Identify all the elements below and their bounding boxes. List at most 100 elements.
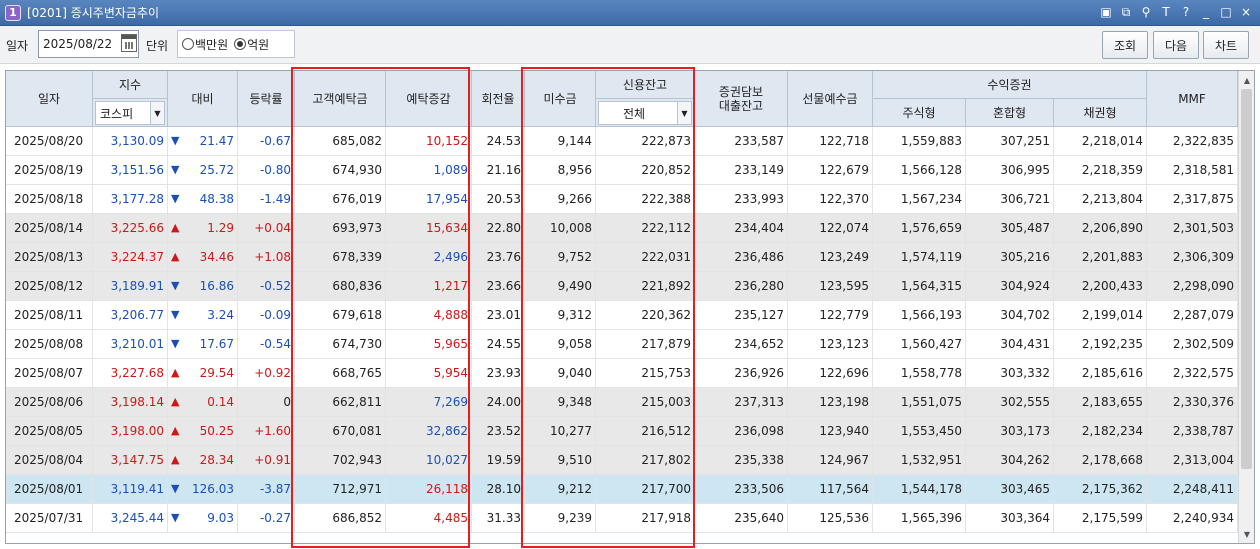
cell-mmf: 2,306,309 [1172,250,1234,264]
table-row[interactable]: 2025/08/11 3,206.77 3.24 -0.09 679,618 4,888 2… [6,301,1238,330]
cell-receivable: 9,058 [557,337,592,351]
cell-rate: -0.80 [259,163,291,177]
cell-collateral-loan: 236,098 [734,424,784,438]
cell-collateral-loan: 233,149 [734,163,784,177]
scroll-down-icon[interactable]: ▼ [1239,526,1254,542]
cell-futures-deposit: 122,074 [819,221,869,235]
cell-mixed-fund: 304,702 [1000,308,1050,322]
cell-index: 3,147.75 [110,453,164,467]
cell-deposit-change: 2,496 [433,250,468,264]
next-button[interactable]: 다음 [1153,31,1199,59]
cell-deposit-change: 5,954 [433,366,468,380]
table-row[interactable]: 2025/08/07 3,227.68 29.54 +0.92 668,765 5,954… [6,359,1238,388]
cell-bond-fund: 2,182,234 [1081,424,1143,438]
cell-receivable: 9,040 [557,366,592,380]
header-stock-fund: 주식형 [873,99,966,127]
cell-deposit-change: 4,888 [433,308,468,322]
chart-button[interactable]: 차트 [1203,31,1249,59]
cell-mmf: 2,248,411 [1172,482,1234,496]
vertical-scrollbar[interactable]: ▲ ▼ [1238,71,1254,543]
cell-mmf: 2,338,787 [1172,424,1234,438]
text-size-icon[interactable]: T [1158,4,1174,20]
cell-mixed-fund: 304,924 [1000,279,1050,293]
table-row[interactable]: 2025/07/31 3,245.44 9.03 -0.27 686,852 4,485 3… [6,504,1238,533]
cell-stock-fund: 1,566,128 [900,163,962,177]
cell-turnover: 24.53 [486,134,521,148]
up-triangle-icon: ▲ [171,424,180,437]
table-row[interactable]: 2025/08/13 3,224.37 34.46 +1.08 678,339 2,496… [6,243,1238,272]
cell-customer-deposit: 668,765 [332,366,382,380]
table-row[interactable]: 2025/08/08 3,210.01 17.67 -0.54 674,730 5,965… [6,330,1238,359]
unit-radio-million[interactable]: 백만원 [182,36,228,53]
scroll-thumb[interactable] [1241,89,1252,469]
dropdown-arrow-icon[interactable]: ▼ [677,102,691,124]
table-row[interactable]: 2025/08/06 3,198.14 0.14 0 662,811 7,269 24.00… [6,388,1238,417]
cell-deposit-change: 1,089 [433,163,468,177]
cell-futures-deposit: 122,696 [819,366,869,380]
index-market-select[interactable]: 코스피 ▼ [95,101,165,125]
cell-credit-balance: 217,802 [641,453,691,467]
minimize-icon[interactable]: _ [1198,4,1214,20]
cell-futures-deposit: 125,536 [819,511,869,525]
cell-collateral-loan: 235,640 [734,511,784,525]
cell-mixed-fund: 303,332 [1000,366,1050,380]
cell-bond-fund: 2,185,616 [1081,366,1143,380]
cell-credit-balance: 217,700 [641,482,691,496]
cell-stock-fund: 1,558,778 [900,366,962,380]
cell-turnover: 24.00 [486,395,521,409]
cell-futures-deposit: 123,198 [819,395,869,409]
cell-receivable: 9,239 [557,511,592,525]
cell-receivable: 9,510 [557,453,592,467]
table-row[interactable]: 2025/08/04 3,147.75 28.34 +0.91 702,943 10,02… [6,446,1238,475]
cell-collateral-loan: 233,587 [734,134,784,148]
restore-icon[interactable]: ⧉ [1118,4,1134,20]
cell-index: 3,119.41 [110,482,164,496]
header-beneficiary: 수익증권 [873,71,1147,99]
up-triangle-icon: ▲ [171,366,180,379]
cell-bond-fund: 2,201,883 [1081,250,1143,264]
cell-credit-balance: 216,512 [641,424,691,438]
cell-mixed-fund: 303,173 [1000,424,1050,438]
pin-icon[interactable]: ⚲ [1138,4,1154,20]
cell-futures-deposit: 117,564 [819,482,869,496]
credit-type-select[interactable]: 전체 ▼ [598,101,692,125]
header-credit-balance: 신용잔고 [596,71,695,99]
cell-futures-deposit: 123,595 [819,279,869,293]
down-triangle-icon: ▼ [171,279,180,292]
cell-mmf: 2,240,934 [1172,511,1234,525]
scroll-up-icon[interactable]: ▲ [1239,72,1254,88]
close-icon[interactable]: × [1238,4,1254,20]
calendar-icon[interactable] [121,34,137,52]
cell-credit-balance: 222,388 [641,192,691,206]
cell-index: 3,177.28 [110,192,164,206]
table-row[interactable]: 2025/08/12 3,189.91 16.86 -0.52 680,836 1,217… [6,272,1238,301]
unit-radio-hundred-million[interactable]: 억원 [234,36,269,53]
cell-futures-deposit: 122,370 [819,192,869,206]
cell-collateral-loan: 235,338 [734,453,784,467]
cell-customer-deposit: 686,852 [332,511,382,525]
screen-icon[interactable]: ▣ [1098,4,1114,20]
cell-deposit-change: 32,862 [426,424,468,438]
table-row[interactable]: 2025/08/19 3,151.56 25.72 -0.80 674,930 1,089… [6,156,1238,185]
cell-receivable: 9,752 [557,250,592,264]
cell-bond-fund: 2,175,362 [1081,482,1143,496]
cell-turnover: 20.53 [486,192,521,206]
cell-mmf: 2,301,503 [1172,221,1234,235]
table-row[interactable]: 2025/08/18 3,177.28 48.38 -1.49 676,019 17,95… [6,185,1238,214]
table-row[interactable]: 2025/08/20 3,130.09 21.47 -0.67 685,082 10,15… [6,127,1238,156]
cell-bond-fund: 2,206,890 [1081,221,1143,235]
table-row[interactable]: 2025/08/14 3,225.66 1.29 +0.04 693,973 15,634… [6,214,1238,243]
cell-turnover: 19.59 [486,453,521,467]
table-row[interactable]: 2025/08/01 3,119.41 126.03 -3.87 712,971 26,1… [6,475,1238,504]
cell-mmf: 2,298,090 [1172,279,1234,293]
dropdown-arrow-icon[interactable]: ▼ [150,102,164,124]
cell-collateral-loan: 236,926 [734,366,784,380]
cell-credit-balance: 220,852 [641,163,691,177]
help-icon[interactable]: ? [1178,4,1194,20]
cell-date: 2025/07/31 [14,511,84,525]
window-title: [0201] 증시주변자금추이 [27,6,160,20]
table-row[interactable]: 2025/08/05 3,198.00 50.25 +1.60 670,081 32,86… [6,417,1238,446]
maximize-icon[interactable]: □ [1218,4,1234,20]
query-button[interactable]: 조회 [1102,31,1148,59]
cell-mixed-fund: 304,431 [1000,337,1050,351]
